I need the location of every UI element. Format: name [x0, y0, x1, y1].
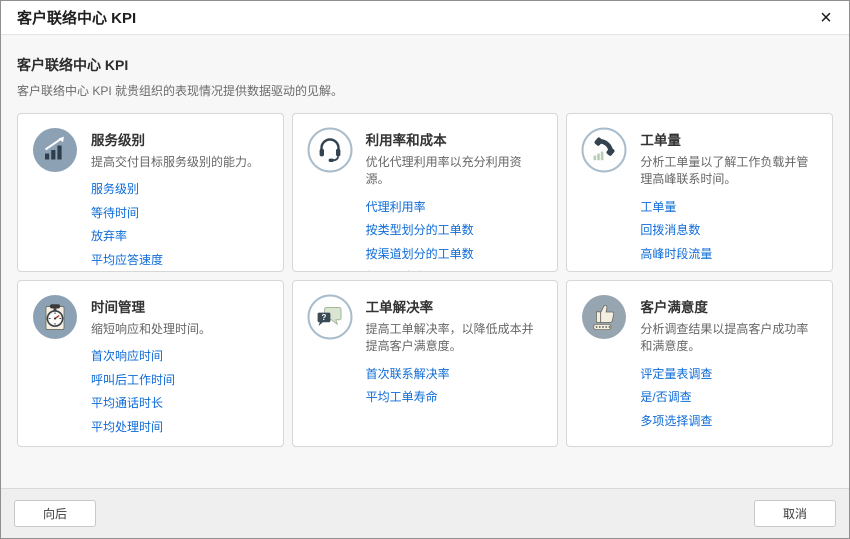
kpi-card-grid: 服务级别 提高交付目标服务级别的能力。 服务级别等待时间放弃率平均应答速度 利用…: [17, 113, 833, 447]
kpi-card-body: 工单量 分析工单量以了解工作负载并管理高峰联系时间。 工单量回拨消息数高峰时段流…: [640, 127, 820, 270]
kpi-card: 工单量 分析工单量以了解工作负载并管理高峰联系时间。 工单量回拨消息数高峰时段流…: [566, 113, 833, 272]
kpi-card: 时间管理 缩短响应和处理时间。 首次响应时间呼叫后工作时间平均通话时长平均处理时…: [17, 280, 284, 447]
kpi-card-description: 分析调查结果以提高客户成功率和满意度。: [640, 321, 820, 356]
kpi-card: 客户满意度 分析调查结果以提高客户成功率和满意度。 评定量表调查是/否调查多项选…: [566, 280, 833, 447]
kpi-link-list: 首次联系解决率平均工单寿命: [366, 367, 546, 405]
kpi-card-description: 分析工单量以了解工作负载并管理高峰联系时间。: [640, 154, 820, 189]
kpi-card-description: 优化代理利用率以充分利用资源。: [366, 154, 546, 189]
kpi-metric-link[interactable]: 平均工单寿命: [366, 390, 546, 404]
kpi-metric-link[interactable]: 平均处理时间: [91, 420, 271, 434]
section-subtitle: 客户联络中心 KPI 就贵组织的表现情况提供数据驱动的见解。: [17, 82, 833, 99]
kpi-metric-link[interactable]: 每工单成本: [366, 270, 546, 272]
kpi-card: 服务级别 提高交付目标服务级别的能力。 服务级别等待时间放弃率平均应答速度: [17, 113, 284, 272]
kpi-metric-link[interactable]: 按类型划分的工单数: [366, 223, 546, 237]
kpi-card: 利用率和成本 优化代理利用率以充分利用资源。 代理利用率按类型划分的工单数按渠道…: [292, 113, 559, 272]
back-button[interactable]: 向后: [14, 500, 96, 527]
kpi-metric-link[interactable]: 回拨消息数: [640, 223, 820, 237]
kpi-metric-link[interactable]: 首次响应时间: [91, 349, 271, 363]
kpi-card-body: 利用率和成本 优化代理利用率以充分利用资源。 代理利用率按类型划分的工单数按渠道…: [366, 127, 546, 272]
kpi-card-description: 提高交付目标服务级别的能力。: [91, 154, 271, 171]
svg-text:?: ?: [321, 313, 326, 322]
kpi-card-description: 提高工单解决率，以降低成本并提高客户满意度。: [366, 321, 546, 356]
kpi-card-title: 利用率和成本: [366, 129, 546, 149]
kpi-metric-link[interactable]: 平均通话时长: [91, 396, 271, 410]
stopwatch-clipboard-icon: [32, 294, 78, 340]
kpi-card-body: 服务级别 提高交付目标服务级别的能力。 服务级别等待时间放弃率平均应答速度: [91, 127, 271, 272]
kpi-metric-link[interactable]: 等待时间: [91, 206, 271, 220]
kpi-card-title: 服务级别: [91, 129, 271, 149]
dialog-content: 客户联络中心 KPI 客户联络中心 KPI 就贵组织的表现情况提供数据驱动的见解…: [1, 35, 849, 488]
dialog-title: 客户联络中心 KPI: [17, 7, 136, 28]
kpi-metric-link[interactable]: 多项选择调查: [640, 414, 820, 428]
kpi-metric-link[interactable]: 平均应答速度: [91, 253, 271, 267]
thumbs-up-rating-icon: [581, 294, 627, 340]
kpi-link-list: 代理利用率按类型划分的工单数按渠道划分的工单数每工单成本: [366, 200, 546, 272]
headset-icon: [307, 127, 353, 173]
close-icon[interactable]: ×: [815, 7, 837, 29]
kpi-metric-link[interactable]: 代理利用率: [366, 200, 546, 214]
kpi-link-list: 评定量表调查是/否调查多项选择调查: [640, 367, 820, 428]
kpi-card-title: 工单量: [640, 129, 820, 149]
kpi-link-list: 首次响应时间呼叫后工作时间平均通话时长平均处理时间: [91, 349, 271, 434]
kpi-card-body: 客户满意度 分析调查结果以提高客户成功率和满意度。 评定量表调查是/否调查多项选…: [640, 294, 820, 437]
dialog-titlebar: 客户联络中心 KPI: [1, 1, 849, 35]
kpi-link-list: 服务级别等待时间放弃率平均应答速度: [91, 182, 271, 267]
kpi-card-title: 时间管理: [91, 296, 271, 316]
phone-volume-icon: [581, 127, 627, 173]
kpi-card: ? 工单解决率 提高工单解决率，以降低成本并提高客户满意度。 首次联系解决率平均…: [292, 280, 559, 447]
kpi-metric-link[interactable]: 工单量: [640, 200, 820, 214]
chat-question-icon: ?: [307, 294, 353, 340]
kpi-metric-link[interactable]: 首次联系解决率: [366, 367, 546, 381]
kpi-card-body: 时间管理 缩短响应和处理时间。 首次响应时间呼叫后工作时间平均通话时长平均处理时…: [91, 294, 271, 443]
kpi-link-list: 工单量回拨消息数高峰时段流量: [640, 200, 820, 261]
kpi-metric-link[interactable]: 高峰时段流量: [640, 247, 820, 261]
kpi-card-description: 缩短响应和处理时间。: [91, 321, 271, 338]
kpi-metric-link[interactable]: 按渠道划分的工单数: [366, 247, 546, 261]
kpi-metric-link[interactable]: 服务级别: [91, 182, 271, 196]
section-title: 客户联络中心 KPI: [17, 55, 833, 75]
cancel-button[interactable]: 取消: [754, 500, 836, 527]
kpi-metric-link[interactable]: 评定量表调查: [640, 367, 820, 381]
kpi-card-title: 客户满意度: [640, 296, 820, 316]
kpi-metric-link[interactable]: 放弃率: [91, 229, 271, 243]
kpi-metric-link[interactable]: 是/否调查: [640, 390, 820, 404]
chart-growth-icon: [32, 127, 78, 173]
kpi-card-body: 工单解决率 提高工单解决率，以降低成本并提高客户满意度。 首次联系解决率平均工单…: [366, 294, 546, 414]
kpi-metric-link[interactable]: 呼叫后工作时间: [91, 373, 271, 387]
kpi-card-title: 工单解决率: [366, 296, 546, 316]
dialog-footer: 向后 取消: [1, 488, 849, 538]
kpi-dialog: 客户联络中心 KPI × 客户联络中心 KPI 客户联络中心 KPI 就贵组织的…: [0, 0, 850, 539]
